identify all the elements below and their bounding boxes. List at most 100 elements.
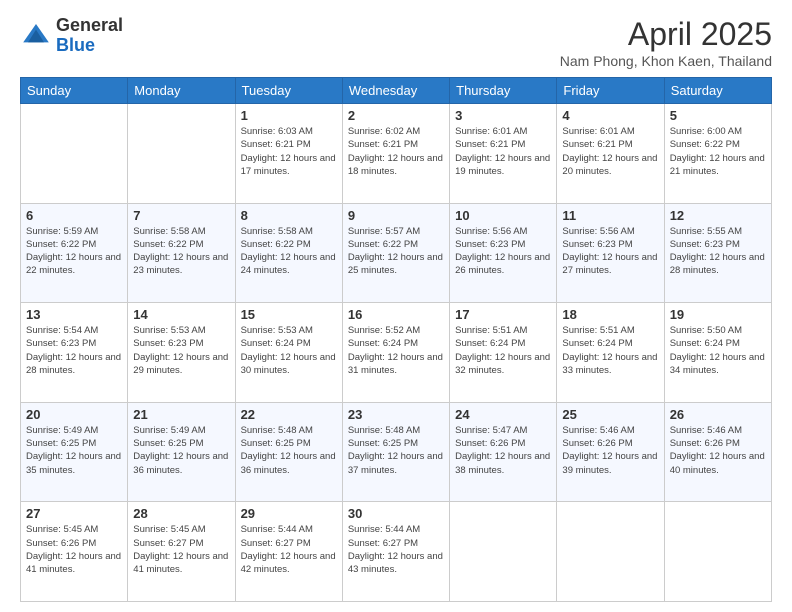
- day-info: Sunrise: 5:45 AMSunset: 6:26 PMDaylight:…: [26, 523, 122, 576]
- day-number: 6: [26, 208, 122, 223]
- day-number: 30: [348, 506, 444, 521]
- calendar-cell: [21, 104, 128, 204]
- calendar-cell: 24Sunrise: 5:47 AMSunset: 6:26 PMDayligh…: [450, 402, 557, 502]
- calendar-week-row: 27 Sunrise: 5:45 AMSunset: 6:26 PMDayligh…: [21, 502, 772, 602]
- calendar-week-row: 6 Sunrise: 5:59 AMSunset: 6:22 PMDaylight…: [21, 203, 772, 303]
- day-of-week-header: Sunday: [21, 78, 128, 104]
- day-number: 28: [133, 506, 229, 521]
- day-number: 21: [133, 407, 229, 422]
- day-number: 4: [562, 108, 658, 123]
- day-info: Sunrise: 5:48 AMSunset: 6:25 PMDaylight:…: [241, 424, 337, 477]
- day-number: 14: [133, 307, 229, 322]
- calendar-cell: 23Sunrise: 5:48 AMSunset: 6:25 PMDayligh…: [342, 402, 449, 502]
- calendar-cell: 28 Sunrise: 5:45 AMSunset: 6:27 PMDayligh…: [128, 502, 235, 602]
- calendar-cell: 17 Sunrise: 5:51 AMSunset: 6:24 PMDayligh…: [450, 303, 557, 403]
- day-number: 1: [241, 108, 337, 123]
- title-block: April 2025 Nam Phong, Khon Kaen, Thailan…: [560, 16, 772, 69]
- day-info: Sunrise: 6:03 AMSunset: 6:21 PMDaylight:…: [241, 125, 337, 178]
- day-number: 2: [348, 108, 444, 123]
- calendar-week-row: 1 Sunrise: 6:03 AMSunset: 6:21 PMDaylight…: [21, 104, 772, 204]
- day-info: Sunrise: 5:45 AMSunset: 6:27 PMDaylight:…: [133, 523, 229, 576]
- calendar-cell: 8Sunrise: 5:58 AMSunset: 6:22 PMDaylight…: [235, 203, 342, 303]
- day-of-week-header: Tuesday: [235, 78, 342, 104]
- day-info: Sunrise: 5:46 AMSunset: 6:26 PMDaylight:…: [670, 424, 766, 477]
- calendar-cell: 10Sunrise: 5:56 AMSunset: 6:23 PMDayligh…: [450, 203, 557, 303]
- day-info: Sunrise: 5:52 AMSunset: 6:24 PMDaylight:…: [348, 324, 444, 377]
- day-number: 29: [241, 506, 337, 521]
- day-number: 8: [241, 208, 337, 223]
- calendar-cell: 1 Sunrise: 6:03 AMSunset: 6:21 PMDaylight…: [235, 104, 342, 204]
- day-number: 9: [348, 208, 444, 223]
- day-info: Sunrise: 6:00 AMSunset: 6:22 PMDaylight:…: [670, 125, 766, 178]
- day-number: 17: [455, 307, 551, 322]
- day-info: Sunrise: 5:44 AMSunset: 6:27 PMDaylight:…: [348, 523, 444, 576]
- day-number: 23: [348, 407, 444, 422]
- day-info: Sunrise: 5:59 AMSunset: 6:22 PMDaylight:…: [26, 225, 122, 278]
- calendar-cell: 25 Sunrise: 5:46 AMSunset: 6:26 PMDayligh…: [557, 402, 664, 502]
- day-info: Sunrise: 5:50 AMSunset: 6:24 PMDaylight:…: [670, 324, 766, 377]
- day-of-week-header: Wednesday: [342, 78, 449, 104]
- calendar-title: April 2025: [560, 16, 772, 53]
- day-info: Sunrise: 5:58 AMSunset: 6:22 PMDaylight:…: [133, 225, 229, 278]
- day-number: 24: [455, 407, 551, 422]
- calendar-cell: 7 Sunrise: 5:58 AMSunset: 6:22 PMDaylight…: [128, 203, 235, 303]
- calendar-cell: 12Sunrise: 5:55 AMSunset: 6:23 PMDayligh…: [664, 203, 771, 303]
- day-of-week-header: Saturday: [664, 78, 771, 104]
- calendar-cell: 20 Sunrise: 5:49 AMSunset: 6:25 PMDayligh…: [21, 402, 128, 502]
- day-number: 3: [455, 108, 551, 123]
- calendar-table: SundayMondayTuesdayWednesdayThursdayFrid…: [20, 77, 772, 602]
- calendar-cell: 6 Sunrise: 5:59 AMSunset: 6:22 PMDaylight…: [21, 203, 128, 303]
- logo-blue: Blue: [56, 35, 95, 55]
- day-info: Sunrise: 6:01 AMSunset: 6:21 PMDaylight:…: [455, 125, 551, 178]
- day-number: 25: [562, 407, 658, 422]
- calendar-cell: 21 Sunrise: 5:49 AMSunset: 6:25 PMDayligh…: [128, 402, 235, 502]
- calendar-week-row: 13 Sunrise: 5:54 AMSunset: 6:23 PMDayligh…: [21, 303, 772, 403]
- day-info: Sunrise: 5:51 AMSunset: 6:24 PMDaylight:…: [562, 324, 658, 377]
- calendar-cell: [664, 502, 771, 602]
- day-number: 27: [26, 506, 122, 521]
- day-info: Sunrise: 5:57 AMSunset: 6:22 PMDaylight:…: [348, 225, 444, 278]
- calendar-cell: 4 Sunrise: 6:01 AMSunset: 6:21 PMDaylight…: [557, 104, 664, 204]
- day-number: 18: [562, 307, 658, 322]
- day-number: 20: [26, 407, 122, 422]
- day-info: Sunrise: 5:46 AMSunset: 6:26 PMDaylight:…: [562, 424, 658, 477]
- day-info: Sunrise: 6:01 AMSunset: 6:21 PMDaylight:…: [562, 125, 658, 178]
- day-of-week-header: Friday: [557, 78, 664, 104]
- logo-icon: [20, 20, 52, 52]
- calendar-header-row: SundayMondayTuesdayWednesdayThursdayFrid…: [21, 78, 772, 104]
- calendar-cell: 22 Sunrise: 5:48 AMSunset: 6:25 PMDayligh…: [235, 402, 342, 502]
- calendar-cell: [450, 502, 557, 602]
- calendar-cell: 30 Sunrise: 5:44 AMSunset: 6:27 PMDayligh…: [342, 502, 449, 602]
- day-number: 13: [26, 307, 122, 322]
- day-number: 22: [241, 407, 337, 422]
- day-number: 7: [133, 208, 229, 223]
- day-number: 11: [562, 208, 658, 223]
- calendar-week-row: 20 Sunrise: 5:49 AMSunset: 6:25 PMDayligh…: [21, 402, 772, 502]
- calendar-cell: 13 Sunrise: 5:54 AMSunset: 6:23 PMDayligh…: [21, 303, 128, 403]
- calendar-cell: [128, 104, 235, 204]
- calendar-cell: 19 Sunrise: 5:50 AMSunset: 6:24 PMDayligh…: [664, 303, 771, 403]
- calendar-cell: 14 Sunrise: 5:53 AMSunset: 6:23 PMDayligh…: [128, 303, 235, 403]
- day-info: Sunrise: 5:54 AMSunset: 6:23 PMDaylight:…: [26, 324, 122, 377]
- logo-text: General Blue: [56, 16, 123, 56]
- calendar-cell: 27 Sunrise: 5:45 AMSunset: 6:26 PMDayligh…: [21, 502, 128, 602]
- calendar-cell: 3 Sunrise: 6:01 AMSunset: 6:21 PMDaylight…: [450, 104, 557, 204]
- day-info: Sunrise: 5:49 AMSunset: 6:25 PMDaylight:…: [26, 424, 122, 477]
- day-of-week-header: Monday: [128, 78, 235, 104]
- day-info: Sunrise: 5:56 AMSunset: 6:23 PMDaylight:…: [562, 225, 658, 278]
- day-number: 26: [670, 407, 766, 422]
- logo-general: General: [56, 15, 123, 35]
- day-number: 12: [670, 208, 766, 223]
- calendar-cell: 15Sunrise: 5:53 AMSunset: 6:24 PMDayligh…: [235, 303, 342, 403]
- day-of-week-header: Thursday: [450, 78, 557, 104]
- day-info: Sunrise: 5:56 AMSunset: 6:23 PMDaylight:…: [455, 225, 551, 278]
- day-number: 16: [348, 307, 444, 322]
- day-number: 19: [670, 307, 766, 322]
- calendar-cell: 2Sunrise: 6:02 AMSunset: 6:21 PMDaylight…: [342, 104, 449, 204]
- day-info: Sunrise: 5:49 AMSunset: 6:25 PMDaylight:…: [133, 424, 229, 477]
- page: General Blue April 2025 Nam Phong, Khon …: [0, 0, 792, 612]
- day-number: 5: [670, 108, 766, 123]
- day-info: Sunrise: 5:51 AMSunset: 6:24 PMDaylight:…: [455, 324, 551, 377]
- day-info: Sunrise: 5:44 AMSunset: 6:27 PMDaylight:…: [241, 523, 337, 576]
- day-info: Sunrise: 5:53 AMSunset: 6:23 PMDaylight:…: [133, 324, 229, 377]
